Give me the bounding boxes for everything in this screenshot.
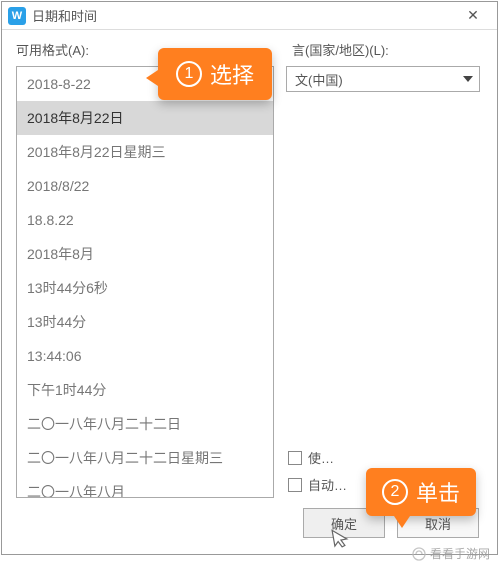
close-button[interactable]: ✕ (453, 3, 493, 29)
callout-text: 选择 (210, 58, 254, 90)
watermark-icon (412, 547, 426, 561)
app-icon: W (8, 7, 26, 25)
locale-selected: 文(中国) (295, 70, 343, 89)
checkbox-use-row[interactable]: 使… (288, 448, 488, 467)
list-item[interactable]: 18.8.22 (17, 203, 273, 237)
list-item[interactable]: 13时44分6秒 (17, 271, 273, 305)
callout-select: 1 选择 (158, 48, 272, 100)
list-item[interactable]: 2018年8月22日星期三 (17, 135, 273, 169)
list-item[interactable]: 13时44分 (17, 305, 273, 339)
watermark: 看看手游网 (412, 545, 490, 562)
checkbox-auto[interactable] (288, 478, 302, 492)
list-item[interactable]: 13:44:06 (17, 339, 273, 373)
checkbox-use[interactable] (288, 451, 302, 465)
callout-text: 单击 (416, 476, 460, 508)
callout-number-icon: 2 (382, 479, 408, 505)
checkbox-use-label: 使… (308, 448, 334, 467)
watermark-text: 看看手游网 (430, 545, 490, 562)
callout-click: 2 单击 (366, 468, 476, 516)
chevron-down-icon (463, 76, 473, 82)
list-item[interactable]: 2018/8/22 (17, 169, 273, 203)
list-item[interactable]: 二〇一八年八月二十二日星期三 (17, 441, 273, 475)
list-item[interactable]: 二〇一八年八月二十二日 (17, 407, 273, 441)
locale-combobox[interactable]: 文(中国) (286, 66, 480, 92)
checkbox-auto-label: 自动… (308, 475, 347, 494)
locale-label: 言(国家/地区)(L): (276, 40, 483, 62)
list-item[interactable]: 二〇一八年八月 (17, 475, 273, 498)
list-item[interactable]: 2018年8月 (17, 237, 273, 271)
format-listbox[interactable]: 2018-8-22 2018年8月22日 2018年8月22日星期三 2018/… (16, 66, 274, 498)
list-item[interactable]: 下午1时44分 (17, 373, 273, 407)
dialog-title: 日期和时间 (32, 6, 453, 25)
callout-number-icon: 1 (176, 61, 202, 87)
titlebar: W 日期和时间 ✕ (2, 2, 497, 30)
list-item[interactable]: 2018年8月22日 (17, 101, 273, 135)
